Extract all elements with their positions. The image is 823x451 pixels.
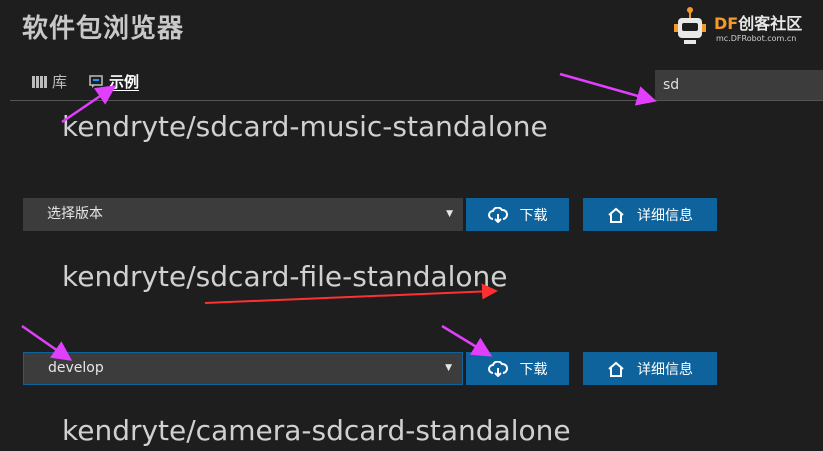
details-button-label: 详细信息 xyxy=(637,207,693,224)
tab-library[interactable]: 库 xyxy=(32,71,67,92)
package-name: kendryte/camera-sdcard-standalone xyxy=(62,414,571,447)
search-input[interactable] xyxy=(655,70,823,100)
home-icon xyxy=(607,361,625,377)
logo-url: mc.DFRobot.com.cn xyxy=(716,34,797,43)
download-button-label: 下载 xyxy=(519,207,548,224)
chevron-down-icon: ▼ xyxy=(446,209,453,219)
download-button[interactable]: 下载 xyxy=(466,198,569,231)
details-button[interactable]: 详细信息 xyxy=(583,198,717,231)
download-button-label: 下载 xyxy=(519,361,548,378)
chevron-down-icon: ▼ xyxy=(445,363,452,373)
examples-icon xyxy=(89,74,104,88)
tab-bar: 库 示例 xyxy=(32,70,161,92)
package-name: kendryte/sdcard-music-standalone xyxy=(62,110,548,143)
robot-logo-icon xyxy=(674,7,706,44)
version-select[interactable]: develop ▼ xyxy=(23,352,463,385)
logo-brand: DF创客社区 xyxy=(714,14,803,33)
dfrobot-logo: DF创客社区 mc.DFRobot.com.cn xyxy=(672,4,812,48)
package-name: kendryte/sdcard-file-standalone xyxy=(62,260,508,293)
annotation-arrow xyxy=(559,72,657,106)
page-title: 软件包浏览器 xyxy=(22,14,185,44)
tab-examples[interactable]: 示例 xyxy=(89,71,139,92)
home-icon xyxy=(607,207,625,223)
tab-examples-label: 示例 xyxy=(109,72,140,91)
tab-divider xyxy=(10,100,823,101)
library-icon xyxy=(32,75,47,88)
annotation-arrow xyxy=(441,324,493,357)
version-select-value: 选择版本 xyxy=(47,206,103,222)
download-button[interactable]: 下载 xyxy=(466,352,569,385)
cloud-download-icon xyxy=(487,360,508,377)
details-button-label: 详细信息 xyxy=(637,361,693,378)
cloud-download-icon xyxy=(487,206,508,223)
version-select-value: develop xyxy=(48,360,104,376)
version-select[interactable]: 选择版本 ▼ xyxy=(23,198,463,231)
details-button[interactable]: 详细信息 xyxy=(583,352,717,385)
tab-library-label: 库 xyxy=(52,72,68,91)
